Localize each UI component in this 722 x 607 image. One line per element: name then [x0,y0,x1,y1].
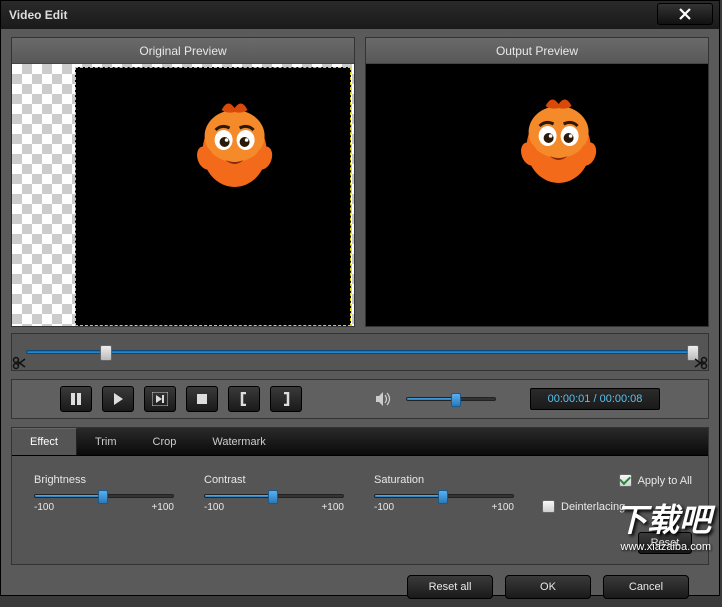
volume-slider[interactable] [406,397,496,401]
video-edit-window: Video Edit Original Preview [0,0,720,596]
preview-row: Original Preview [11,37,709,327]
timeline-track[interactable] [26,350,694,354]
output-preview-label: Output Preview [366,38,708,64]
apply-all-checkbox[interactable]: Apply to All [619,474,692,487]
original-preview-label: Original Preview [12,38,354,64]
tabs-panel: Effect Trim Crop Watermark Brightness -1… [11,427,709,565]
video-frame-image [190,96,280,196]
close-icon [678,7,692,21]
tabs-row: Effect Trim Crop Watermark [12,428,708,456]
tab-crop[interactable]: Crop [135,428,195,455]
deinterlacing-label: Deinterlacing [561,501,625,513]
dialog-buttons: Reset all OK Cancel [11,565,709,599]
contrast-thumb[interactable] [268,490,278,504]
bracket-right-button[interactable] [270,386,302,412]
window-title: Video Edit [9,8,67,22]
tab-watermark[interactable]: Watermark [194,428,283,455]
apply-all-label: Apply to All [638,475,692,487]
content-area: Original Preview [1,29,719,607]
step-forward-button[interactable] [144,386,176,412]
timeline[interactable] [11,333,709,371]
reset-button[interactable]: Reset [638,532,692,554]
tab-trim[interactable]: Trim [77,428,135,455]
video-frame-image [514,92,604,192]
brightness-slider-group: Brightness -100+100 [34,474,174,513]
time-display: 00:00:01 / 00:00:08 [530,388,660,410]
timeline-playhead[interactable] [100,345,112,361]
titlebar[interactable]: Video Edit [1,1,719,29]
ok-button[interactable]: OK [505,575,591,599]
brightness-slider[interactable] [34,494,174,498]
contrast-slider[interactable] [204,494,344,498]
bracket-left-button[interactable] [228,386,260,412]
play-button[interactable] [102,386,134,412]
reset-all-button[interactable]: Reset all [407,575,493,599]
crop-selection[interactable] [75,67,351,326]
volume-thumb[interactable] [451,393,461,407]
saturation-thumb[interactable] [438,490,448,504]
checkbox-icon [619,474,632,487]
tab-effect[interactable]: Effect [12,428,77,455]
trim-end-icon[interactable] [694,356,708,370]
close-button[interactable] [657,3,713,25]
pause-button[interactable] [60,386,92,412]
trim-start-icon[interactable] [12,356,26,370]
effects-body: Brightness -100+100 Contrast - [12,456,708,564]
contrast-label: Contrast [204,474,344,486]
original-preview-body[interactable] [12,64,354,326]
output-preview-panel: Output Preview [365,37,709,327]
checkbox-icon [542,500,555,513]
deinterlacing-checkbox[interactable]: Deinterlacing [542,500,625,513]
cancel-button[interactable]: Cancel [603,575,689,599]
saturation-label: Saturation [374,474,514,486]
volume-icon[interactable] [374,390,392,408]
brightness-thumb[interactable] [98,490,108,504]
stop-button[interactable] [186,386,218,412]
saturation-slider[interactable] [374,494,514,498]
output-preview-body[interactable] [366,64,708,326]
saturation-slider-group: Saturation -100+100 [374,474,514,513]
original-preview-panel: Original Preview [11,37,355,327]
playback-controls: 00:00:01 / 00:00:08 [11,379,709,419]
brightness-label: Brightness [34,474,174,486]
contrast-slider-group: Contrast -100+100 [204,474,344,513]
